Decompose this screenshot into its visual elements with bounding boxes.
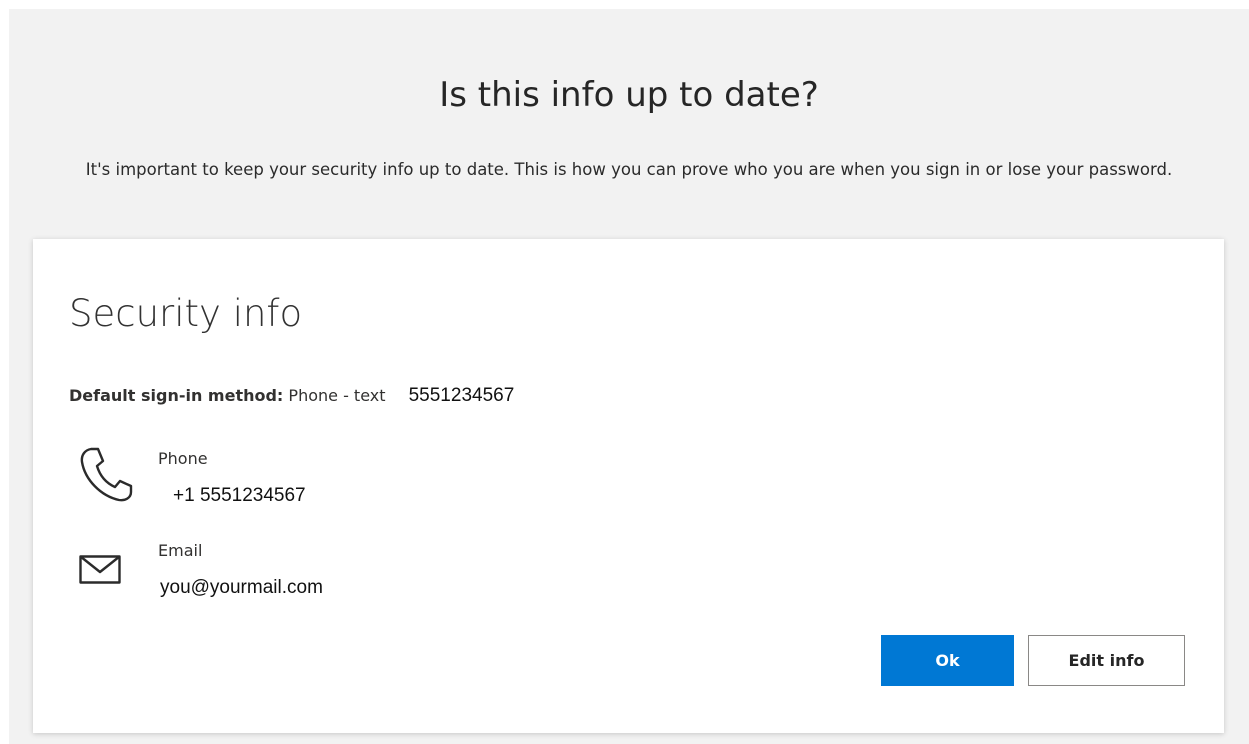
default-method-value: Phone - text	[288, 386, 386, 405]
page-background: Is this info up to date? It's important …	[9, 9, 1249, 744]
method-email-label: Email	[158, 541, 203, 560]
default-sign-in-method: Default sign-in method: Phone - text 555…	[69, 385, 514, 407]
page-subtitle: It's important to keep your security inf…	[85, 160, 1173, 179]
edit-info-button[interactable]: Edit info	[1028, 635, 1185, 686]
phone-icon	[79, 445, 133, 507]
method-email-value: you@yourmail.com	[160, 577, 323, 598]
method-phone-label: Phone	[158, 449, 208, 468]
method-phone-value: +1 5551234567	[173, 485, 306, 506]
email-icon	[79, 555, 121, 589]
default-method-label: Default sign-in method:	[69, 386, 284, 405]
page-title: Is this info up to date?	[439, 75, 819, 115]
card-title: Security info	[69, 292, 303, 335]
ok-button[interactable]: Ok	[881, 635, 1014, 686]
security-info-card: Security info Default sign-in method: Ph…	[33, 239, 1224, 733]
default-method-number: 5551234567	[408, 385, 515, 406]
